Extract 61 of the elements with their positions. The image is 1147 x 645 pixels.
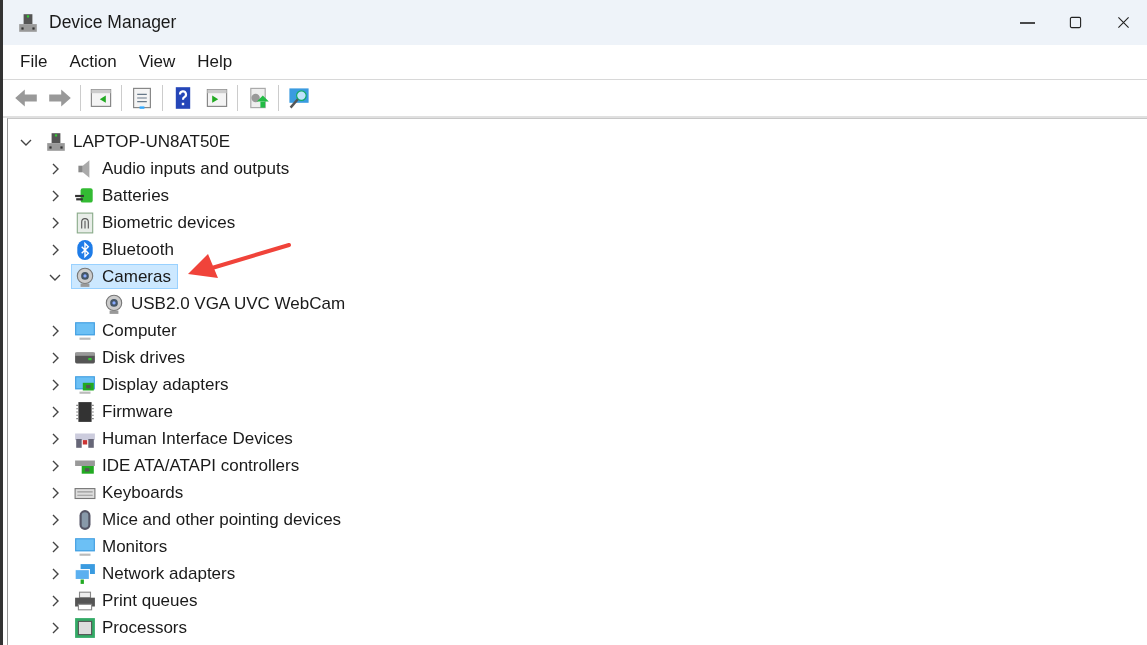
tree-item[interactable]: Monitors <box>71 534 175 559</box>
tree-item[interactable]: USB2.0 VGA UVC WebCam <box>100 291 353 316</box>
item-label: Firmware <box>102 400 173 423</box>
document-list-icon <box>130 86 154 110</box>
tree-item[interactable]: Keyboards <box>71 480 191 505</box>
tree-item[interactable]: Cameras <box>71 264 178 289</box>
chip-icon <box>74 400 96 423</box>
item-label: Biometric devices <box>102 211 236 234</box>
network-icon <box>74 562 96 585</box>
item-label: Keyboards <box>102 481 184 504</box>
tree-item[interactable]: Audio inputs and outputs <box>71 156 297 181</box>
item-label: Computer <box>102 319 177 342</box>
tree-item[interactable]: LAPTOP-UN8AT50E <box>42 129 238 154</box>
item-label: Mice and other pointing devices <box>102 508 342 531</box>
tree-item[interactable]: Computer <box>71 318 184 343</box>
item-label: Monitors <box>102 535 168 558</box>
monitor-magnifier-icon <box>287 86 311 110</box>
printer-icon <box>74 589 96 612</box>
item-label: Processors <box>102 616 188 639</box>
item-label: Audio inputs and outputs <box>102 157 290 180</box>
tree-item[interactable]: Mice and other pointing devices <box>71 507 349 532</box>
webcam-icon <box>74 265 96 288</box>
minimize-icon <box>1019 21 1035 24</box>
item-label: Print queues <box>102 589 198 612</box>
menu-item[interactable]: View <box>127 49 187 75</box>
item-label: Display adapters <box>102 373 229 396</box>
window-pane-icon <box>89 86 113 110</box>
item-label: Cameras <box>102 265 171 288</box>
tree-item[interactable]: Firmware <box>71 399 180 424</box>
item-label: USB2.0 VGA UVC WebCam <box>131 292 346 315</box>
processor-icon <box>74 616 96 639</box>
item-label: LAPTOP-UN8AT50E <box>73 130 231 153</box>
item-label: Batteries <box>102 184 170 207</box>
tree-item[interactable]: Processors <box>71 615 195 640</box>
monitor-icon <box>74 535 96 558</box>
tree-item[interactable]: Display adapters <box>71 372 236 397</box>
computer-icon <box>17 11 39 34</box>
menu-item[interactable]: File <box>9 49 59 75</box>
bluetooth-icon <box>74 238 96 261</box>
tree-item[interactable]: Bluetooth <box>71 237 181 262</box>
tree-item[interactable]: Disk drives <box>71 345 193 370</box>
tree-item[interactable]: Human Interface Devices <box>71 426 300 451</box>
computer-icon <box>45 130 67 153</box>
tree-item[interactable]: IDE ATA/ATAPI controllers <box>71 453 307 478</box>
monitor-icon <box>74 319 96 342</box>
menu-item[interactable]: Help <box>186 49 244 75</box>
tree-item[interactable]: Batteries <box>71 183 177 208</box>
item-label: Network adapters <box>102 562 236 585</box>
tree-item[interactable]: Print queues <box>71 588 205 613</box>
item-label: Disk drives <box>102 346 186 369</box>
window-title: Device Manager <box>49 11 177 35</box>
tree-item[interactable]: Network adapters <box>71 561 243 586</box>
display-adapter-icon <box>74 373 96 396</box>
fingerprint-icon <box>74 211 96 234</box>
menu-item[interactable]: Action <box>58 49 128 75</box>
webcam-icon <box>103 292 125 315</box>
item-label: IDE ATA/ATAPI controllers <box>102 454 300 477</box>
item-label: Bluetooth <box>102 238 174 261</box>
window-pane-icon <box>205 86 229 110</box>
tree-item[interactable]: Biometric devices <box>71 210 243 235</box>
item-label: Human Interface Devices <box>102 427 293 450</box>
